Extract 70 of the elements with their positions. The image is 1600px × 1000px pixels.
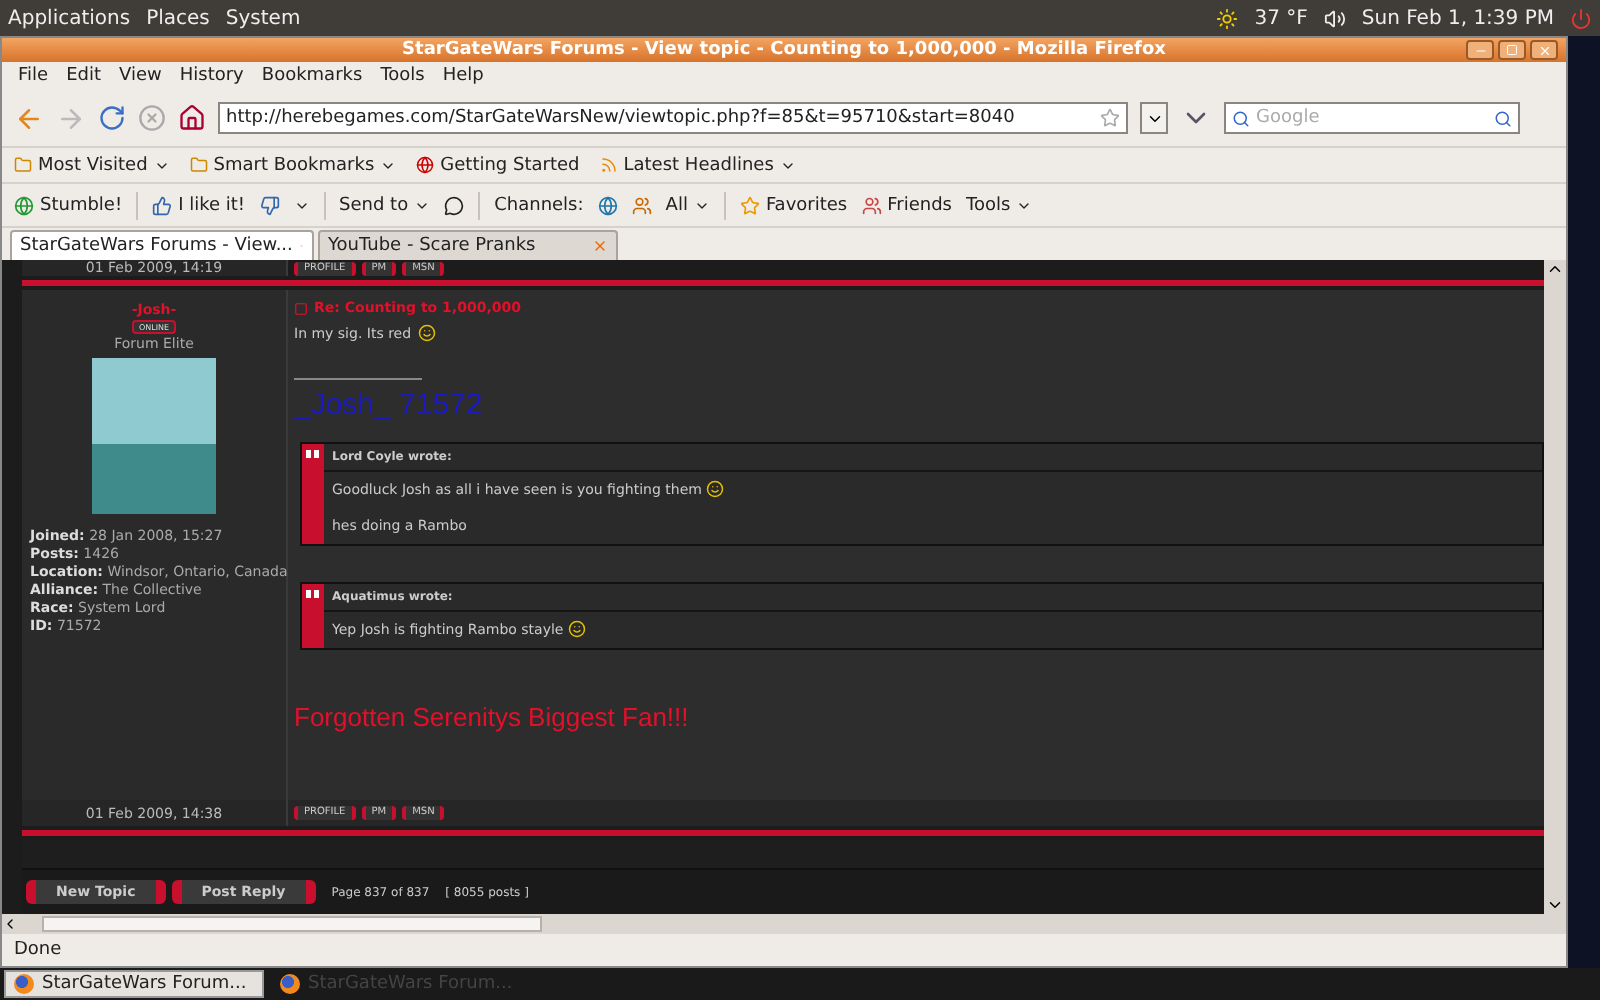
scroll-left-icon: [2, 916, 18, 932]
tools-button[interactable]: Tools: [965, 195, 1033, 215]
browser-tab[interactable]: StarGateWars Forums - View...: [10, 230, 314, 260]
signature-name: _Josh_ 71572: [294, 388, 485, 422]
panel-menu[interactable]: System: [225, 7, 301, 29]
people-icon: [861, 195, 882, 215]
comment-icon[interactable]: [444, 195, 465, 215]
thumbs-down-icon[interactable]: [259, 195, 280, 215]
scroll-up-icon: [1546, 260, 1564, 278]
window-title: StarGateWars Forums - View topic - Counting to 1,000,000 - Mozilla Firefox: [402, 40, 1166, 60]
thumbs-up-icon: [152, 195, 173, 215]
post-icon: [294, 301, 308, 315]
smiley-icon: [705, 480, 724, 498]
search-icon: [1494, 109, 1512, 127]
scroll-down-icon: [1546, 896, 1564, 914]
menu-item[interactable]: File: [18, 66, 49, 86]
home-button[interactable]: [178, 104, 206, 132]
folder-icon: [14, 156, 32, 174]
panel-clock[interactable]: Sun Feb 1, 1:39 PM: [1361, 7, 1554, 29]
volume-icon[interactable]: [1323, 7, 1346, 29]
search-field[interactable]: Google: [1224, 102, 1520, 134]
url-field[interactable]: http://herebegames.com/StarGateWarsNew/viewtopic.php?f=85&t=95710&start=8040: [218, 102, 1128, 134]
globe-icon: [14, 195, 34, 215]
menu-item[interactable]: Bookmarks: [261, 66, 363, 86]
power-icon[interactable]: [1570, 7, 1592, 29]
channels-label: Channels:: [494, 195, 584, 215]
weather-temperature: 37 °F: [1254, 7, 1308, 29]
star-icon: [739, 195, 760, 215]
rss-icon: [599, 156, 618, 174]
bookmark-item[interactable]: Most Visited: [14, 155, 170, 175]
menu-item[interactable]: History: [179, 66, 244, 86]
search-engine-icon: [1232, 109, 1250, 127]
menu-item[interactable]: Help: [442, 66, 484, 86]
status-text: Done: [14, 940, 62, 960]
menu-item[interactable]: View: [119, 66, 162, 86]
panel-menu[interactable]: Places: [146, 7, 210, 29]
bookmark-item[interactable]: Smart Bookmarks: [189, 155, 397, 175]
bookmark-item[interactable]: Latest Headlines: [599, 155, 796, 175]
quote-mark-icon: [306, 450, 320, 460]
stumble-button[interactable]: Stumble!: [14, 195, 123, 215]
weather-sun-icon: [1216, 7, 1239, 29]
people-icon[interactable]: [631, 195, 652, 215]
globe-icon: [416, 156, 435, 174]
bookmark-star-icon[interactable]: [1100, 108, 1120, 128]
all-dropdown[interactable]: All: [665, 195, 710, 215]
back-button[interactable]: [14, 103, 44, 133]
signature-text: Forgotten Serenitys Biggest Fan!!!: [294, 702, 691, 732]
friends-button[interactable]: Friends: [861, 195, 952, 215]
url-dropdown-button[interactable]: [1140, 102, 1168, 134]
smiley-icon: [567, 620, 586, 638]
horizontal-scrollbar[interactable]: [2, 914, 1566, 934]
like-button[interactable]: I like it!: [152, 195, 246, 215]
menu-item[interactable]: Edit: [66, 66, 101, 86]
close-button[interactable]: [1530, 40, 1558, 60]
maximize-button[interactable]: [1498, 40, 1526, 60]
panel-menu[interactable]: Applications: [8, 7, 131, 29]
bookmark-item[interactable]: Getting Started: [416, 155, 580, 175]
taskbar-button[interactable]: StarGateWars Forum...: [4, 970, 264, 998]
globe-icon[interactable]: [597, 195, 618, 215]
favorites-button[interactable]: Favorites: [739, 195, 848, 215]
browser-tab[interactable]: YouTube - Scare Pranks: [318, 230, 618, 260]
folder-icon: [189, 156, 208, 174]
quote-mark-icon: [306, 590, 320, 600]
smiley-icon: [417, 324, 436, 342]
send-to-button[interactable]: Send to: [339, 195, 431, 215]
minimize-button[interactable]: [1466, 40, 1494, 60]
vertical-scrollbar[interactable]: [1544, 260, 1566, 914]
maximize-icon: [1506, 44, 1518, 56]
menu-item[interactable]: Tools: [380, 66, 425, 86]
reload-button[interactable]: [98, 104, 126, 132]
